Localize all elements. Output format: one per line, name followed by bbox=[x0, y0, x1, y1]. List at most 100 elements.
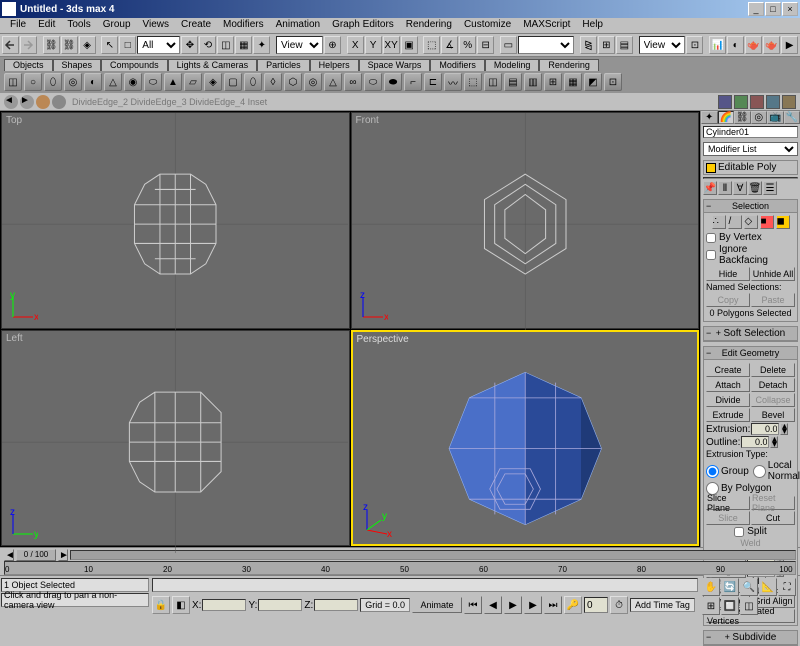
zoom-extents-button[interactable]: ⛶ bbox=[778, 578, 796, 596]
obj-plane-button[interactable]: ▱ bbox=[184, 73, 202, 91]
menu-rendering[interactable]: Rendering bbox=[400, 18, 458, 33]
viewport-left[interactable]: Left yz bbox=[1, 330, 350, 547]
create-button[interactable]: Create bbox=[706, 363, 750, 377]
spinner-buttons[interactable]: ▴▾ bbox=[770, 436, 778, 448]
group-radio[interactable]: Group bbox=[706, 460, 749, 482]
restrict-plane-button[interactable]: ▣ bbox=[401, 36, 418, 54]
obj-lext-button[interactable]: ⌐ bbox=[404, 73, 422, 91]
lock-selection-button[interactable]: 🔒 bbox=[152, 596, 170, 614]
menu-maxscript[interactable]: MAXScript bbox=[517, 18, 576, 33]
obj-sphere-button[interactable]: ○ bbox=[24, 73, 42, 91]
pan-view-button[interactable]: ✋ bbox=[702, 578, 720, 596]
material-editor-button[interactable]: ◐ bbox=[727, 36, 744, 54]
obj-aec6-button[interactable]: ▦ bbox=[564, 73, 582, 91]
panel-tab-create[interactable]: ✦ bbox=[701, 111, 718, 124]
copy-sel-button[interactable]: Copy bbox=[706, 293, 750, 307]
object-name-input[interactable] bbox=[703, 126, 798, 138]
add-time-tag[interactable]: Add Time Tag bbox=[630, 598, 695, 612]
z-coord-input[interactable] bbox=[314, 599, 358, 611]
obj-chamferbox-button[interactable]: ▢ bbox=[224, 73, 242, 91]
select-rotate-button[interactable]: ⟲ bbox=[199, 36, 216, 54]
animate-button[interactable]: Animate bbox=[412, 597, 462, 613]
bind-button[interactable]: ◈ bbox=[79, 36, 96, 54]
view-dropdown[interactable]: View bbox=[639, 36, 686, 54]
detach-button[interactable]: Detach bbox=[751, 378, 795, 392]
obj-aec1-button[interactable]: ⬚ bbox=[464, 73, 482, 91]
arc-rotate-button[interactable]: 🔄 bbox=[721, 578, 739, 596]
panel-tab-utilities[interactable]: 🔧 bbox=[784, 111, 800, 124]
subobj-border-button[interactable]: ◇ bbox=[744, 215, 758, 229]
panel-tab-motion[interactable]: ◎ bbox=[751, 111, 768, 124]
play-button[interactable]: ▶ bbox=[504, 596, 522, 614]
cut-button[interactable]: Cut bbox=[751, 511, 795, 525]
obj-chamfercyl-button[interactable]: ⬭ bbox=[364, 73, 382, 91]
modifier-stack-area[interactable] bbox=[703, 177, 798, 179]
ignore-backfacing-checkbox[interactable]: Ignore Backfacing bbox=[706, 244, 795, 266]
menu-group[interactable]: Group bbox=[97, 18, 137, 33]
rollout-header[interactable]: Selection bbox=[704, 200, 797, 213]
tab-rendering[interactable]: Rendering bbox=[539, 59, 599, 71]
quick-render-button[interactable]: 🫖 bbox=[763, 36, 780, 54]
manipulate-button[interactable]: ✦ bbox=[253, 36, 270, 54]
menu-modifiers[interactable]: Modifiers bbox=[217, 18, 270, 33]
close-button[interactable]: × bbox=[782, 2, 798, 16]
link-button[interactable]: ⛓ bbox=[43, 36, 60, 54]
subobj-edge-button[interactable]: / bbox=[728, 215, 742, 229]
viewport-perspective[interactable]: Perspective xzy bbox=[351, 330, 700, 547]
by-vertex-checkbox[interactable]: By Vertex bbox=[706, 232, 795, 243]
obj-cext-button[interactable]: ⊏ bbox=[424, 73, 442, 91]
obj-box-button[interactable]: ◫ bbox=[4, 73, 22, 91]
collapse-button[interactable]: Collapse bbox=[751, 393, 795, 407]
zoom-all-button[interactable]: ⊞ bbox=[702, 597, 720, 615]
minimize-button[interactable]: _ bbox=[748, 2, 764, 16]
current-frame-input[interactable] bbox=[584, 597, 608, 613]
array-button[interactable]: ⊞ bbox=[598, 36, 615, 54]
selection-filter-dropdown[interactable]: All bbox=[137, 36, 180, 54]
menu-file[interactable]: File bbox=[4, 18, 32, 33]
snap-toggle-button[interactable]: ⬚ bbox=[423, 36, 440, 54]
tab-objects[interactable]: Objects bbox=[4, 59, 53, 71]
bc-button[interactable] bbox=[734, 95, 748, 109]
subobj-element-button[interactable]: ◼ bbox=[776, 215, 790, 229]
render-last-button[interactable]: ▶ bbox=[781, 36, 798, 54]
time-ruler[interactable]: 0 10 20 30 40 50 60 70 80 90 100 bbox=[4, 561, 796, 575]
obj-hedra-button[interactable]: ◈ bbox=[204, 73, 222, 91]
obj-aec5-button[interactable]: ⊞ bbox=[544, 73, 562, 91]
hide-button[interactable]: Hide bbox=[706, 267, 750, 281]
obj-torusknot-button[interactable]: ∞ bbox=[344, 73, 362, 91]
named-sel-dropdown[interactable] bbox=[518, 36, 574, 54]
select-button[interactable]: ↖ bbox=[101, 36, 118, 54]
bc-icon[interactable] bbox=[36, 95, 50, 109]
next-frame-button[interactable]: ▶ bbox=[524, 596, 542, 614]
obj-aec3-button[interactable]: ▤ bbox=[504, 73, 522, 91]
bevel-button[interactable]: Bevel bbox=[751, 408, 795, 422]
history-icon[interactable]: ► bbox=[20, 95, 34, 109]
bc-button[interactable] bbox=[718, 95, 732, 109]
pin-stack-button[interactable]: 📌 bbox=[703, 181, 717, 195]
outline-spinner[interactable] bbox=[741, 436, 769, 448]
local-radio[interactable]: Local Normal bbox=[753, 460, 800, 482]
obj-ringwave-button[interactable]: ◎ bbox=[304, 73, 322, 91]
goto-end-button[interactable]: ⏭ bbox=[544, 596, 562, 614]
remove-mod-button[interactable]: 🗑 bbox=[748, 181, 762, 195]
menu-edit[interactable]: Edit bbox=[32, 18, 61, 33]
obj-aec7-button[interactable]: ◩ bbox=[584, 73, 602, 91]
reset-plane-button[interactable]: Reset Plane bbox=[751, 496, 795, 510]
align-button[interactable]: ▤ bbox=[616, 36, 633, 54]
split-checkbox[interactable]: Split bbox=[706, 526, 795, 537]
obj-tube-button[interactable]: ⬭ bbox=[144, 73, 162, 91]
tab-particles[interactable]: Particles bbox=[257, 59, 310, 71]
redo-button[interactable] bbox=[20, 36, 37, 54]
restrict-y-button[interactable]: Y bbox=[365, 36, 382, 54]
region-zoom-button[interactable]: 🔲 bbox=[721, 597, 739, 615]
delete-button[interactable]: Delete bbox=[751, 363, 795, 377]
menu-create[interactable]: Create bbox=[175, 18, 217, 33]
panel-tab-display[interactable]: 📺 bbox=[767, 111, 784, 124]
tab-modifiers[interactable]: Modifiers bbox=[430, 59, 485, 71]
tab-lights-cameras[interactable]: Lights & Cameras bbox=[168, 59, 258, 71]
obj-aec4-button[interactable]: ▥ bbox=[524, 73, 542, 91]
ref-coord-dropdown[interactable]: View bbox=[276, 36, 323, 54]
obj-hose-button[interactable]: 〰 bbox=[444, 73, 462, 91]
obj-aec8-button[interactable]: ⊡ bbox=[604, 73, 622, 91]
menu-customize[interactable]: Customize bbox=[458, 18, 517, 33]
